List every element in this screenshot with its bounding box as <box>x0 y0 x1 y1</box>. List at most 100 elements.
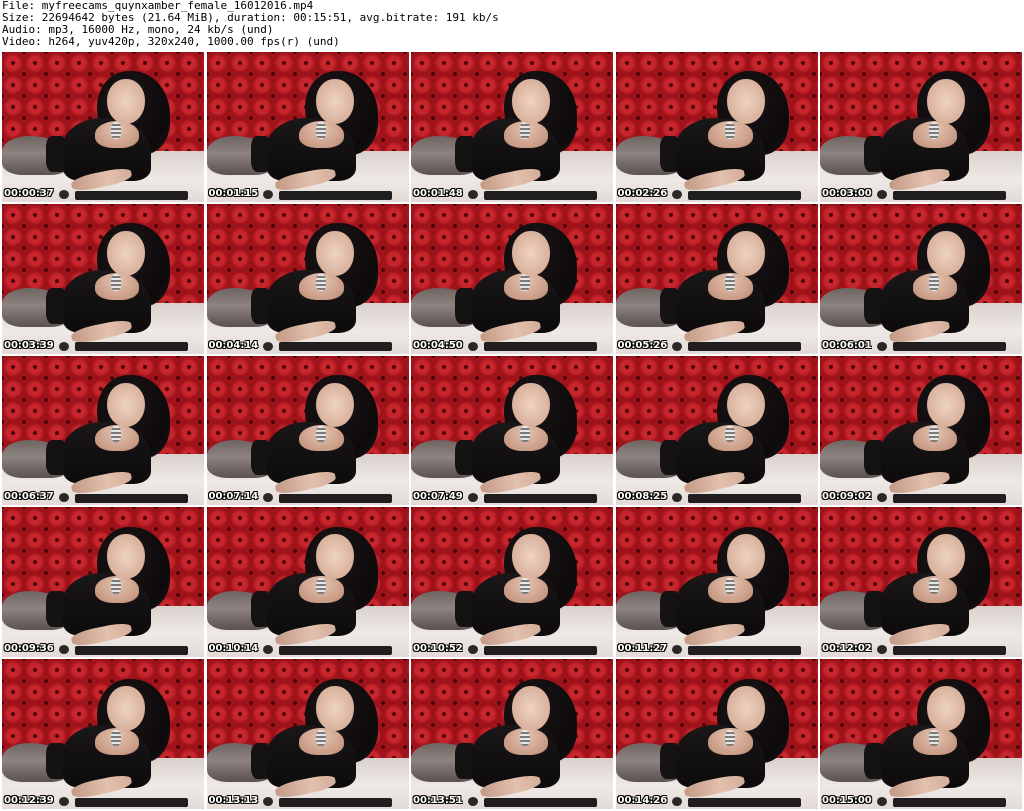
face-shape <box>726 382 765 428</box>
video-thumbnail: 00:00:37 <box>2 52 204 204</box>
thumbnail-timestamp: 00:07:49 <box>413 491 463 503</box>
necklace <box>929 729 940 747</box>
thumbnail-timestamp: 00:12:39 <box>4 794 54 806</box>
computer-mouse <box>58 189 69 199</box>
thumbnail-timestamp: 00:05:26 <box>617 339 668 351</box>
video-thumbnail: 00:10:14 <box>206 507 409 660</box>
computer-mouse <box>672 341 683 351</box>
thumbnail-timestamp: 00:04:14 <box>208 339 259 351</box>
necklace <box>315 729 326 747</box>
computer-mouse <box>876 189 887 199</box>
thumbnail-timestamp: 00:06:01 <box>822 339 872 351</box>
face-shape <box>315 382 354 428</box>
video-thumbnail: 00:13:51 <box>411 659 613 811</box>
necklace <box>520 577 531 595</box>
necklace <box>724 426 735 443</box>
video-thumbnail: 00:09:02 <box>820 355 1022 508</box>
video-thumbnail: 00:04:14 <box>206 203 409 356</box>
thumbnail-timestamp: 00:12:02 <box>822 643 872 655</box>
thumbnail-timestamp: 00:01:48 <box>413 187 463 199</box>
thumbnail-timestamp: 00:03:39 <box>4 339 54 351</box>
keyboard <box>892 797 1006 807</box>
face-shape <box>726 230 765 276</box>
face-shape <box>315 534 354 580</box>
necklace <box>111 274 122 291</box>
necklace <box>929 122 940 139</box>
video-thumbnail: 00:01:48 <box>411 52 613 204</box>
keyboard <box>892 342 1006 352</box>
keyboard <box>688 342 802 352</box>
necklace <box>929 577 940 595</box>
necklace <box>724 274 735 291</box>
video-thumbnail: 00:07:49 <box>411 355 613 508</box>
video-thumbnail: 00:07:14 <box>206 355 409 508</box>
face-shape <box>107 78 146 124</box>
face-shape <box>726 534 765 580</box>
video-thumbnail: 00:03:39 <box>2 203 204 356</box>
thumbnail-timestamp: 00:13:13 <box>208 794 259 806</box>
thumbnail-grid: 00:00:37 00:01:15 00:01:48 00:02:26 00:03:00… <box>0 52 1024 811</box>
keyboard <box>74 797 188 807</box>
necklace <box>315 426 326 443</box>
keyboard <box>279 645 393 655</box>
necklace <box>111 577 122 595</box>
thumbnail-timestamp: 00:04:50 <box>413 339 463 351</box>
keyboard <box>483 797 597 807</box>
video-thumbnail: 00:10:52 <box>411 507 613 660</box>
computer-mouse <box>58 797 69 806</box>
keyboard <box>483 494 597 504</box>
file-size-line: Size: 22694642 bytes (21.64 MiB), durati… <box>2 12 499 24</box>
computer-mouse <box>467 341 478 351</box>
thumbnail-timestamp: 00:06:37 <box>4 491 54 503</box>
keyboard <box>74 645 188 655</box>
computer-mouse <box>263 189 274 199</box>
necklace <box>315 122 326 139</box>
face-shape <box>315 230 354 276</box>
computer-mouse <box>58 645 69 655</box>
computer-mouse <box>876 341 887 351</box>
thumbnail-timestamp: 00:10:14 <box>208 643 259 655</box>
keyboard <box>688 645 802 655</box>
computer-mouse <box>672 189 683 199</box>
necklace <box>724 122 735 139</box>
face-shape <box>927 230 966 276</box>
video-thumbnail: 00:12:02 <box>820 507 1022 660</box>
video-thumbnail: 00:12:39 <box>2 659 204 811</box>
file-info-header: File: myfreecams_quynxamber_female_16012… <box>2 0 1022 48</box>
video-thumbnail: 00:05:26 <box>615 203 818 356</box>
thumbnail-timestamp: 00:09:02 <box>822 491 872 503</box>
necklace <box>315 274 326 291</box>
keyboard <box>279 494 393 504</box>
face-shape <box>512 78 551 124</box>
keyboard <box>279 797 393 807</box>
face-shape <box>512 230 551 276</box>
video-thumbnail: 00:06:37 <box>2 355 204 508</box>
thumbnail-timestamp: 00:08:25 <box>617 491 668 503</box>
thumbnail-timestamp: 00:10:52 <box>413 643 463 655</box>
file-name-line: File: myfreecams_quynxamber_female_16012… <box>2 0 314 12</box>
computer-mouse <box>58 341 69 351</box>
video-thumbnail: 00:09:36 <box>2 507 204 660</box>
video-thumbnail: 00:01:15 <box>206 52 409 204</box>
keyboard <box>74 190 188 200</box>
video-thumbnail: 00:13:13 <box>206 659 409 811</box>
keyboard <box>688 797 802 807</box>
keyboard <box>74 342 188 352</box>
face-shape <box>726 78 765 124</box>
audio-info-line: Audio: mp3, 16000 Hz, mono, 24 kb/s (und… <box>2 24 274 36</box>
keyboard <box>688 190 802 200</box>
necklace <box>315 577 326 595</box>
face-shape <box>927 78 966 124</box>
video-thumbnail: 00:08:25 <box>615 355 818 508</box>
thumbnail-timestamp: 00:01:15 <box>208 187 259 199</box>
necklace <box>520 122 531 139</box>
thumbnail-timestamp: 00:11:27 <box>617 643 668 655</box>
necklace <box>724 729 735 747</box>
thumbnail-timestamp: 00:02:26 <box>617 187 668 199</box>
keyboard <box>74 494 188 504</box>
face-shape <box>315 78 354 124</box>
computer-mouse <box>467 645 478 655</box>
keyboard <box>483 342 597 352</box>
thumbnail-timestamp: 00:15:00 <box>822 794 872 806</box>
keyboard <box>892 190 1006 200</box>
